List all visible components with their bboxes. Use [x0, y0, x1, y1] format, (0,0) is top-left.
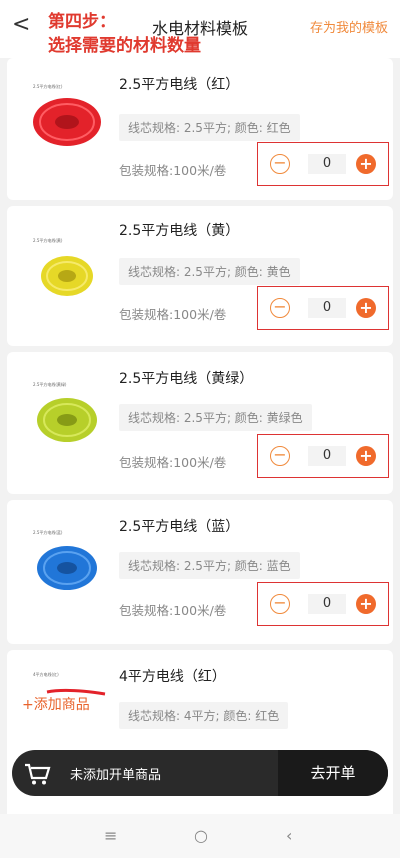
home-icon[interactable]: ○	[194, 826, 208, 845]
product-name: 2.5平方电线（蓝）	[119, 519, 240, 535]
step-annotation: 第四步： 选择需要的材料数量	[48, 10, 201, 58]
product-image-label: 4平方电线(红)	[33, 671, 59, 677]
menu-icon[interactable]: ≡	[104, 826, 117, 845]
increment-button[interactable]: +	[356, 594, 376, 614]
quantity-value[interactable]: 0	[308, 594, 346, 614]
product-card: 2.5平方电线(红) 2.5平方电线（红） 线芯规格: 2.5平方; 颜色: 红…	[7, 58, 393, 200]
quantity-stepper: − 0 +	[257, 582, 389, 626]
system-nav-bar: ≡ ○ ‹	[0, 814, 400, 858]
package-spec: 包装规格:100米/卷	[119, 455, 227, 470]
product-image-label: 2.5平方电线(黄绿)	[33, 381, 67, 387]
product-image: 2.5平方电线(黄绿)	[33, 381, 97, 442]
product-image: 2.5平方电线(蓝)	[33, 529, 97, 590]
decrement-button[interactable]: −	[270, 594, 290, 614]
step-annotation-line1: 第四步：	[48, 12, 116, 32]
package-spec: 包装规格:100米/卷	[119, 603, 227, 618]
spec-chip[interactable]: 线芯规格: 2.5平方; 颜色: 黄色	[119, 258, 300, 285]
save-template-button[interactable]: 存为我的模板	[310, 17, 388, 36]
product-card: 2.5平方电线(蓝) 2.5平方电线（蓝） 线芯规格: 2.5平方; 颜色: 蓝…	[7, 500, 393, 644]
quantity-value[interactable]: 0	[308, 446, 346, 466]
product-name: 2.5平方电线（红）	[119, 77, 240, 93]
add-goods-button[interactable]: +添加商品	[22, 694, 90, 714]
increment-button[interactable]: +	[356, 446, 376, 466]
product-card: 2.5平方电线(黄) 2.5平方电线（黄） 线芯规格: 2.5平方; 颜色: 黄…	[7, 206, 393, 346]
spec-chip[interactable]: 线芯规格: 2.5平方; 颜色: 红色	[119, 114, 300, 141]
product-image: 2.5平方电线(黄)	[33, 237, 93, 296]
decrement-button[interactable]: −	[270, 298, 290, 318]
cart-bar: 未添加开单商品 去开单	[12, 750, 388, 796]
increment-button[interactable]: +	[356, 154, 376, 174]
checkout-button[interactable]: 去开单	[278, 750, 388, 796]
quantity-value[interactable]: 0	[308, 154, 346, 174]
quantity-stepper: − 0 +	[257, 142, 389, 186]
product-image: 2.5平方电线(红)	[33, 83, 101, 146]
product-name: 4平方电线（红）	[119, 669, 226, 685]
quantity-stepper: − 0 +	[257, 434, 389, 478]
decrement-button[interactable]: −	[270, 446, 290, 466]
product-image-label: 2.5平方电线(黄)	[33, 237, 63, 243]
quantity-value[interactable]: 0	[308, 298, 346, 318]
spec-chip[interactable]: 线芯规格: 4平方; 颜色: 红色	[119, 702, 289, 729]
product-name: 2.5平方电线（黄绿）	[119, 371, 254, 387]
spec-chip[interactable]: 线芯规格: 2.5平方; 颜色: 黄绿色	[119, 404, 312, 431]
quantity-stepper: − 0 +	[257, 286, 389, 330]
package-spec: 包装规格:100米/卷	[119, 307, 227, 322]
cart-icon[interactable]	[22, 759, 52, 787]
back-nav-icon[interactable]: ‹	[286, 826, 292, 845]
product-image-label: 2.5平方电线(蓝)	[33, 529, 63, 535]
product-name: 2.5平方电线（黄）	[119, 223, 240, 239]
cart-status-text: 未添加开单商品	[70, 768, 162, 783]
product-image-label: 2.5平方电线(红)	[33, 83, 63, 89]
spec-chip[interactable]: 线芯规格: 2.5平方; 颜色: 蓝色	[119, 552, 300, 579]
product-card: 2.5平方电线(黄绿) 2.5平方电线（黄绿） 线芯规格: 2.5平方; 颜色:…	[7, 352, 393, 494]
step-annotation-line2: 选择需要的材料数量	[48, 36, 201, 56]
package-spec: 包装规格:100米/卷	[119, 163, 227, 178]
increment-button[interactable]: +	[356, 298, 376, 318]
decrement-button[interactable]: −	[270, 154, 290, 174]
